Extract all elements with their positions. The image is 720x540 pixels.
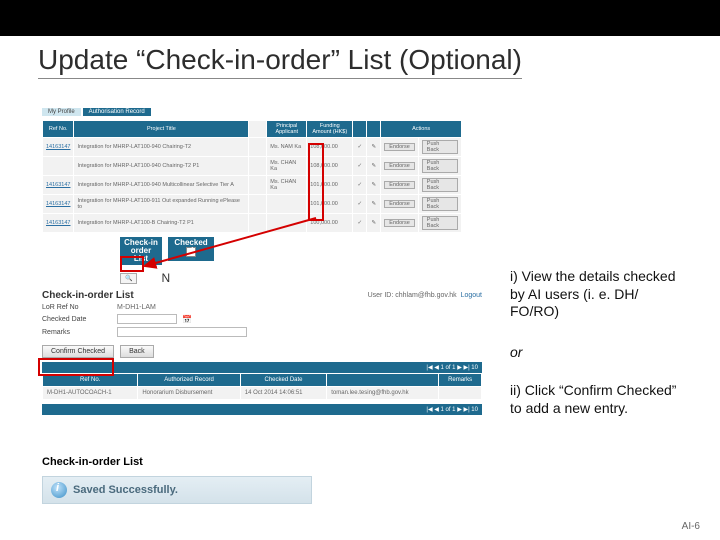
back-button[interactable]: Back bbox=[120, 345, 154, 358]
table-row: Integration for MHRP-LAT100-940 Chairing… bbox=[43, 157, 462, 176]
instruction-or: or bbox=[510, 344, 690, 362]
red-highlight-confirm bbox=[38, 358, 114, 376]
logout-link[interactable]: Logout bbox=[461, 292, 482, 299]
tab-auth-record[interactable]: Authorisation Record bbox=[83, 108, 151, 116]
info-icon bbox=[51, 482, 67, 498]
col-actions: Actions bbox=[381, 121, 462, 138]
slide-title: Update “Check-in-order” List (Optional) bbox=[38, 44, 522, 79]
red-highlight-magnify bbox=[120, 256, 144, 272]
checked-date-input[interactable] bbox=[117, 314, 177, 324]
col-title: Project Title bbox=[74, 121, 249, 138]
col-amt: Funding Amount (HK$) bbox=[307, 121, 353, 138]
calendar-icon[interactable]: 📅 bbox=[182, 315, 192, 324]
app2-heading: Check-in-order List bbox=[42, 290, 134, 301]
checked-table: Ref No. Authorized Record Checked Date R… bbox=[42, 373, 482, 400]
col-ref: Ref No. bbox=[43, 121, 74, 138]
red-arrow-1 bbox=[144, 216, 324, 274]
screenshot-2: Check-in-order List User ID: chhlam@fhb.… bbox=[42, 290, 482, 415]
userid-block: User ID: chhlam@fhb.gov.hk Logout bbox=[368, 292, 482, 299]
lbl-ref: LoR Ref No bbox=[42, 304, 112, 311]
instruction-2: ii) Click “Confirm Checked” to add a new… bbox=[510, 382, 690, 417]
table-row: 14163147 Integration for MHRP-LAT100-940… bbox=[43, 138, 462, 157]
table-row: 14163147 Integration for MHRP-LAT100-911… bbox=[43, 195, 462, 214]
lbl-date: Checked Date bbox=[42, 316, 112, 323]
saved-message: Saved Successfully. bbox=[73, 484, 178, 496]
instruction-1: i) View the details checked by AI users … bbox=[510, 268, 690, 321]
val-ref: M-DH1-LAM bbox=[117, 304, 156, 311]
confirm-checked-button[interactable]: Confirm Checked bbox=[42, 345, 114, 358]
table-row: 14163147 Integration for MHRP-LAT100-940… bbox=[43, 176, 462, 195]
pager-bottom[interactable]: |◀ ◀ 1 of 1 ▶ ▶| 10 bbox=[42, 404, 482, 415]
app3-heading: Check-in-order List bbox=[42, 456, 322, 468]
endorse-button[interactable]: Endorse bbox=[384, 143, 415, 151]
slide-black-bar bbox=[0, 0, 720, 36]
remarks-input[interactable] bbox=[117, 327, 247, 337]
col-pa: Principal Applicant bbox=[267, 121, 307, 138]
page-number: AI-6 bbox=[682, 521, 700, 532]
screenshot-3: Check-in-order List Saved Successfully. bbox=[42, 456, 322, 504]
lbl-remarks: Remarks bbox=[42, 329, 112, 336]
red-highlight-checkcol bbox=[308, 143, 324, 221]
tab-my-profile[interactable]: My Profile bbox=[42, 108, 81, 116]
table-row: M-DH1-AUTOCOACH-1 Honorarium Disbursemen… bbox=[43, 387, 482, 400]
magnify-icon[interactable]: 🔍 bbox=[120, 273, 137, 284]
pushback-button[interactable]: Push Back bbox=[422, 140, 458, 154]
saved-banner: Saved Successfully. bbox=[42, 476, 312, 504]
